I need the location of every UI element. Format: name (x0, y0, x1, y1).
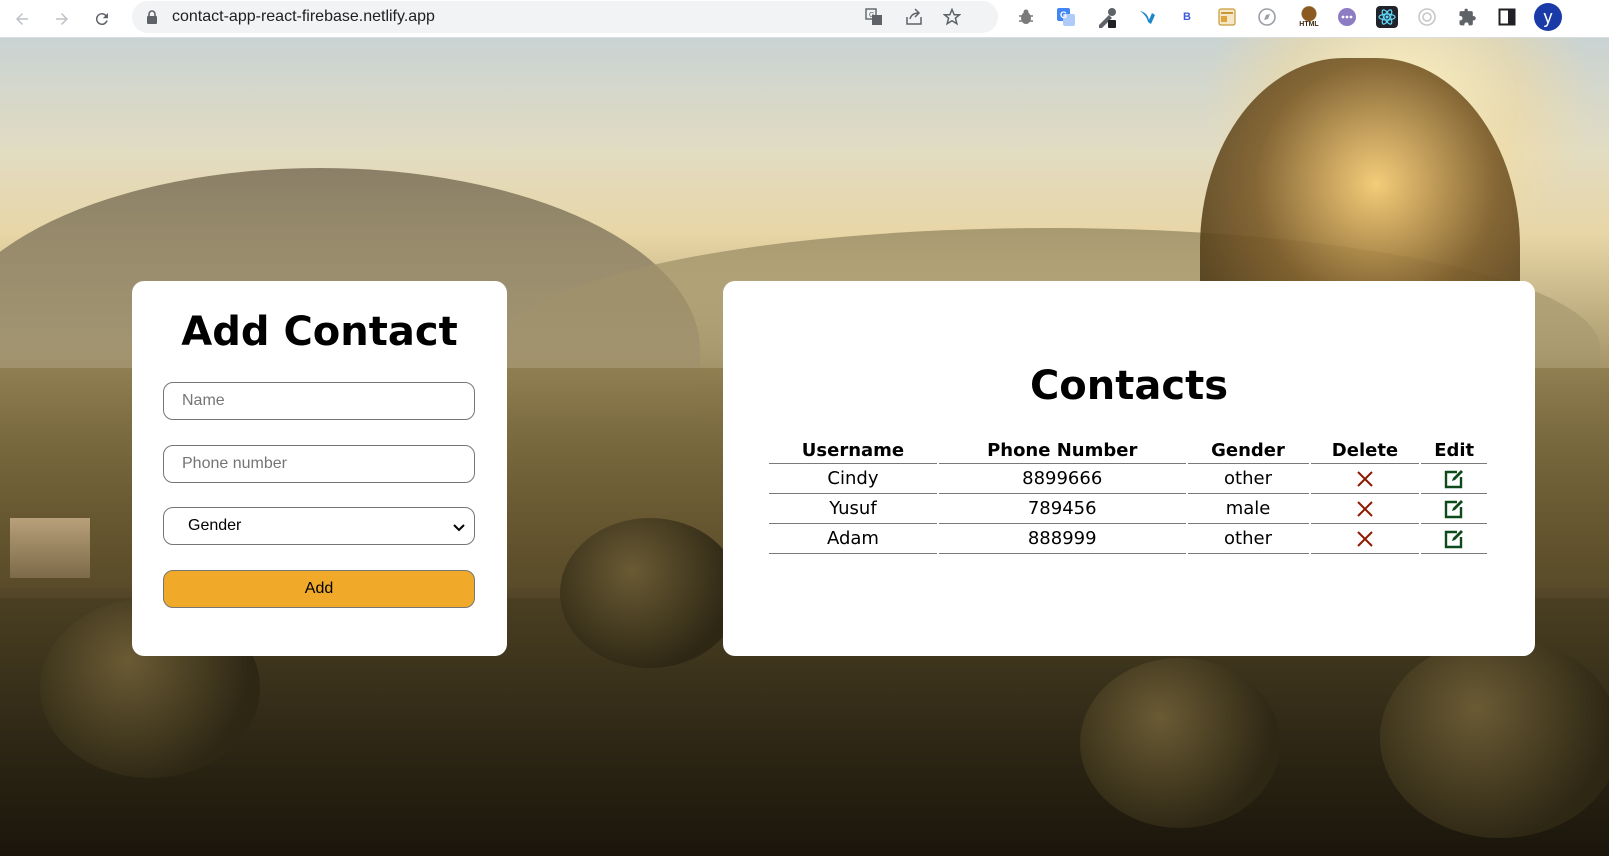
edit-icon[interactable] (1443, 469, 1465, 489)
cell-delete (1310, 524, 1420, 554)
close-icon[interactable] (1356, 470, 1374, 488)
edit-icon[interactable] (1443, 499, 1465, 519)
share-icon[interactable] (904, 7, 924, 27)
reload-button[interactable] (88, 5, 116, 33)
table-header-row: Username Phone Number Gender Delete Edit (769, 438, 1487, 464)
table-row: Yusuf 789456 male (769, 494, 1487, 524)
add-contact-title: Add Contact (181, 309, 458, 355)
chevron-down-icon (452, 520, 466, 538)
cell-username: Yusuf (769, 494, 937, 524)
layout-extension-icon[interactable] (1216, 6, 1238, 28)
gender-select[interactable]: Gender (163, 507, 475, 545)
table-row: Adam 888999 other (769, 524, 1487, 554)
contacts-table: Username Phone Number Gender Delete Edit… (767, 438, 1489, 554)
close-icon[interactable] (1356, 500, 1374, 518)
translate-icon[interactable]: G (864, 7, 884, 27)
background-bush (560, 518, 740, 668)
forward-button[interactable] (48, 5, 76, 33)
column-header-phone: Phone Number (938, 438, 1186, 464)
svg-text:G: G (869, 12, 874, 19)
cell-gender: male (1187, 494, 1309, 524)
svg-text:G: G (1060, 10, 1067, 20)
arrow-left-icon (16, 13, 28, 25)
add-contact-card: Add Contact Gender Add (132, 281, 507, 656)
puzzle-icon[interactable] (1456, 6, 1478, 28)
star-icon[interactable] (942, 7, 962, 27)
b-extension-icon[interactable]: B (1176, 6, 1198, 28)
gender-selected-value: Gender (188, 517, 242, 534)
cell-gender: other (1187, 524, 1309, 554)
target-extension-icon[interactable] (1416, 6, 1438, 28)
cell-delete (1310, 494, 1420, 524)
lock-icon (146, 10, 158, 29)
translate-extension-icon[interactable]: G (1055, 6, 1077, 28)
background-bush (1080, 658, 1280, 828)
column-header-edit: Edit (1421, 438, 1487, 464)
contacts-title: Contacts (1029, 363, 1229, 409)
background-house (10, 518, 90, 578)
sidepanel-icon[interactable] (1496, 6, 1518, 28)
url-text: contact-app-react-firebase.netlify.app (172, 8, 435, 25)
name-input[interactable] (163, 382, 475, 420)
browser-toolbar: contact-app-react-firebase.netlify.app G… (0, 0, 1609, 38)
eyedropper-extension-icon[interactable] (1096, 6, 1118, 28)
cell-edit (1421, 524, 1487, 554)
back-button[interactable] (8, 5, 36, 33)
cell-phone: 789456 (938, 494, 1186, 524)
compass-extension-icon[interactable] (1256, 6, 1278, 28)
reload-icon (95, 13, 108, 26)
cell-edit (1421, 494, 1487, 524)
cell-gender: other (1187, 464, 1309, 494)
chat-extension-icon[interactable] (1336, 6, 1358, 28)
arrow-right-icon (56, 13, 68, 25)
cell-delete (1310, 464, 1420, 494)
contacts-card: Contacts Username Phone Number Gender De… (723, 281, 1535, 656)
close-icon[interactable] (1356, 530, 1374, 548)
column-header-gender: Gender (1187, 438, 1309, 464)
html-extension-icon[interactable]: HTML (1296, 6, 1322, 28)
column-header-username: Username (769, 438, 937, 464)
bug-extension-icon[interactable] (1015, 6, 1037, 28)
cell-username: Adam (769, 524, 937, 554)
cell-phone: 8899666 (938, 464, 1186, 494)
address-bar[interactable]: contact-app-react-firebase.netlify.app G (132, 1, 998, 33)
cell-edit (1421, 464, 1487, 494)
phone-input[interactable] (163, 445, 475, 483)
cell-username: Cindy (769, 464, 937, 494)
profile-avatar[interactable]: y (1534, 3, 1562, 31)
bird-extension-icon[interactable] (1136, 6, 1158, 28)
column-header-delete: Delete (1310, 438, 1420, 464)
react-extension-icon[interactable] (1376, 6, 1398, 28)
add-button[interactable]: Add (163, 570, 475, 608)
cell-phone: 888999 (938, 524, 1186, 554)
table-row: Cindy 8899666 other (769, 464, 1487, 494)
edit-icon[interactable] (1443, 529, 1465, 549)
background-bush (1380, 638, 1609, 838)
